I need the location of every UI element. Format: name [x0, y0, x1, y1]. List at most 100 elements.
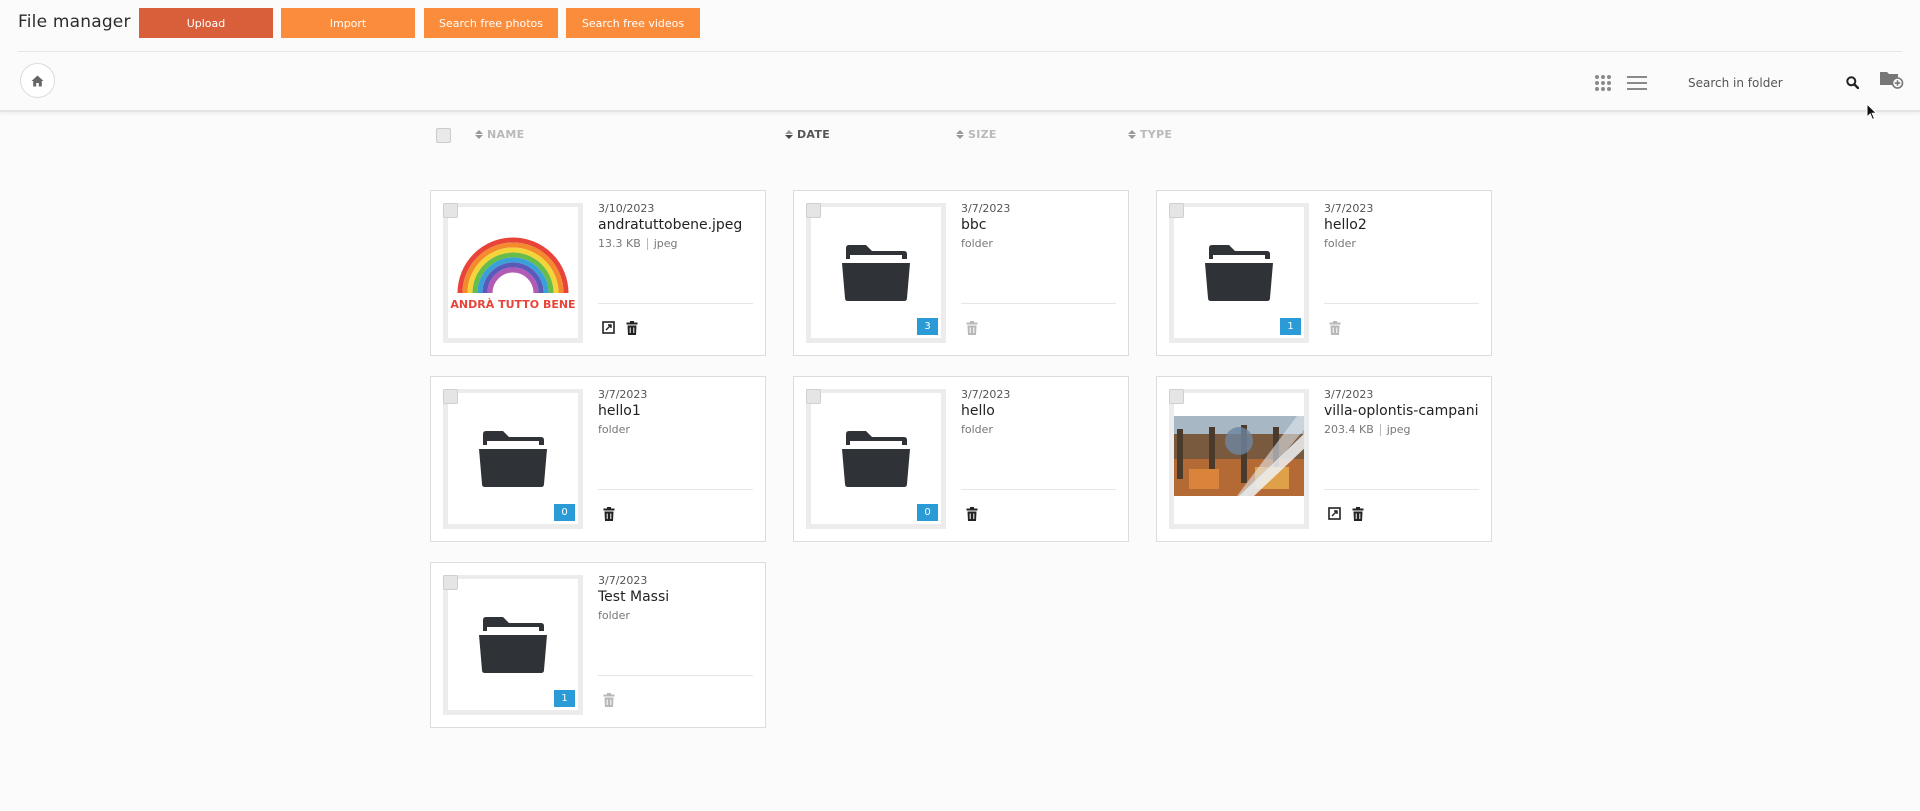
sort-icon — [785, 130, 793, 139]
trash-icon — [603, 692, 614, 707]
item-date: 3/7/2023 — [1324, 202, 1374, 215]
item-size: 203.4 KB — [1324, 423, 1374, 436]
item-type: folder — [1324, 237, 1356, 250]
item-meta: folder — [598, 609, 630, 622]
item-checkbox[interactable] — [806, 203, 821, 218]
item-checkbox[interactable] — [1169, 389, 1184, 404]
folder-card[interactable]: 0 3/7/2023 hello folder — [793, 376, 1129, 542]
item-actions — [601, 692, 616, 707]
item-count-badge: 0 — [917, 504, 938, 521]
column-date-label: DATE — [797, 128, 831, 141]
item-type: folder — [598, 423, 630, 436]
item-count-badge: 1 — [554, 690, 575, 707]
home-button[interactable] — [20, 63, 55, 98]
card-divider — [1324, 303, 1479, 304]
item-meta: 203.4 KB jpeg — [1324, 423, 1411, 436]
select-all-checkbox[interactable] — [436, 128, 451, 143]
item-date: 3/7/2023 — [961, 388, 1011, 401]
edit-icon — [1328, 507, 1341, 520]
item-type: jpeg — [653, 237, 678, 250]
mouse-cursor-icon — [1866, 103, 1878, 121]
search-free-photos-button[interactable]: Search free photos — [424, 8, 558, 38]
folder-thumbnail[interactable]: 3 — [806, 203, 946, 343]
edit-image-button[interactable] — [601, 320, 616, 335]
search-input[interactable] — [1680, 69, 1830, 97]
item-name[interactable]: Test Massi — [598, 589, 669, 605]
delete-button[interactable] — [964, 506, 979, 521]
item-name[interactable]: hello2 — [1324, 217, 1367, 233]
folder-icon — [842, 244, 910, 301]
item-date: 3/7/2023 — [598, 574, 648, 587]
folder-card[interactable]: 1 3/7/2023 Test Massi folder — [430, 562, 766, 728]
delete-button[interactable] — [1350, 506, 1365, 521]
delete-button[interactable] — [1327, 320, 1342, 335]
file-card[interactable]: ANDRÀ TUTTO BENE 3/10/2023 andratuttoben… — [430, 190, 766, 356]
home-icon — [31, 75, 44, 86]
item-count-badge: 0 — [554, 504, 575, 521]
item-checkbox[interactable] — [443, 203, 458, 218]
sort-icon — [475, 130, 483, 139]
delete-button[interactable] — [601, 506, 616, 521]
grid-view-icon[interactable] — [1595, 75, 1611, 91]
card-divider — [598, 303, 753, 304]
sort-type-column[interactable]: TYPE — [1128, 128, 1172, 141]
delete-button[interactable] — [624, 320, 639, 335]
item-name[interactable]: villa-oplontis-campani — [1324, 403, 1479, 419]
folder-thumbnail[interactable]: 1 — [443, 575, 583, 715]
folder-card[interactable]: 1 3/7/2023 hello2 folder — [1156, 190, 1492, 356]
item-actions — [601, 506, 616, 521]
item-actions — [964, 506, 979, 521]
item-meta: folder — [1324, 237, 1356, 250]
folder-icon — [842, 430, 910, 487]
sort-date-column[interactable]: DATE — [785, 128, 830, 141]
item-checkbox[interactable] — [443, 575, 458, 590]
item-checkbox[interactable] — [806, 389, 821, 404]
delete-button[interactable] — [601, 692, 616, 707]
edit-image-button[interactable] — [1327, 506, 1342, 521]
item-type: jpeg — [1386, 423, 1411, 436]
item-checkbox[interactable] — [1169, 203, 1184, 218]
toolbar — [0, 52, 1920, 112]
folder-thumbnail[interactable]: 0 — [443, 389, 583, 529]
item-actions — [964, 320, 979, 335]
item-type: folder — [961, 237, 993, 250]
folder-thumbnail[interactable]: 1 — [1169, 203, 1309, 343]
sort-size-column[interactable]: SIZE — [956, 128, 997, 141]
card-divider — [1324, 489, 1479, 490]
item-meta: folder — [961, 423, 993, 436]
new-folder-button[interactable] — [1879, 69, 1905, 91]
trash-icon — [1329, 320, 1340, 335]
delete-button[interactable] — [964, 320, 979, 335]
search-button[interactable] — [1842, 72, 1862, 92]
app-title: File manager — [18, 12, 131, 32]
folder-card[interactable]: 3 3/7/2023 bbc folder — [793, 190, 1129, 356]
folder-plus-icon — [1880, 72, 1904, 89]
edit-icon — [602, 321, 615, 334]
item-actions — [601, 320, 639, 335]
search-free-videos-button[interactable]: Search free videos — [566, 8, 700, 38]
item-meta: 13.3 KB jpeg — [598, 237, 678, 250]
upload-button[interactable]: Upload — [139, 8, 273, 38]
sort-name-column[interactable]: NAME — [475, 128, 524, 141]
image-thumbnail[interactable] — [1169, 389, 1309, 529]
column-name-label: NAME — [487, 128, 525, 141]
folder-thumbnail[interactable]: 0 — [806, 389, 946, 529]
trash-icon — [626, 320, 637, 335]
list-view-icon[interactable] — [1627, 76, 1647, 90]
folder-icon — [1205, 244, 1273, 301]
item-name[interactable]: hello — [961, 403, 995, 419]
folder-icon — [479, 616, 547, 673]
item-name[interactable]: andratuttobene.jpeg — [598, 217, 742, 233]
item-name[interactable]: hello1 — [598, 403, 641, 419]
folder-card[interactable]: 0 3/7/2023 hello1 folder — [430, 376, 766, 542]
search-icon — [1845, 75, 1859, 89]
image-thumbnail[interactable]: ANDRÀ TUTTO BENE — [443, 203, 583, 343]
sort-icon — [956, 130, 964, 139]
import-button[interactable]: Import — [281, 8, 415, 38]
item-checkbox[interactable] — [443, 389, 458, 404]
item-name[interactable]: bbc — [961, 217, 986, 233]
file-card[interactable]: 3/7/2023 villa-oplontis-campani 203.4 KB… — [1156, 376, 1492, 542]
card-divider — [598, 675, 753, 676]
trash-icon — [966, 320, 977, 335]
trash-icon — [1352, 506, 1363, 521]
